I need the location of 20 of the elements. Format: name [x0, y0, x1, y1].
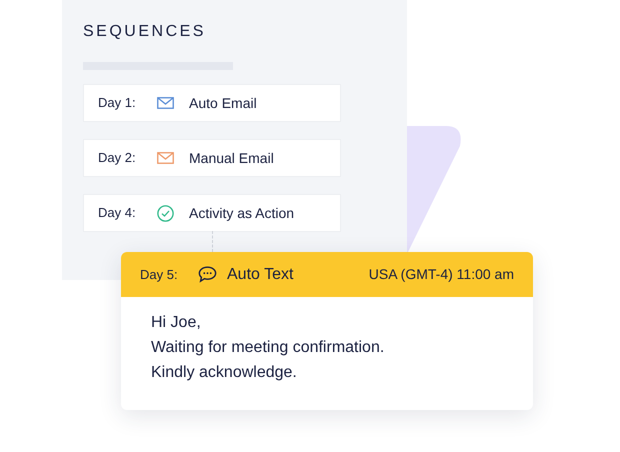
- chat-bubble-icon: [198, 266, 217, 283]
- day-label: Day 1:: [98, 94, 137, 112]
- day-label: Day 5:: [140, 266, 179, 284]
- step-title: Activity as Action: [189, 204, 294, 223]
- sequence-step[interactable]: Day 2: Manual Email: [83, 139, 341, 177]
- day-label: Day 2:: [98, 149, 137, 168]
- day-label: Day 4:: [98, 204, 137, 222]
- step-title: Auto Text: [227, 264, 294, 284]
- check-circle-icon: [157, 204, 174, 222]
- schedule-text: USA (GMT-4) 11:00 am: [368, 265, 514, 284]
- panel-title: SEQUENCES: [83, 22, 207, 42]
- message-line: Waiting for meeting confirmation.: [151, 338, 386, 357]
- message-line: Hi Joe,: [151, 313, 202, 332]
- step-title: Auto Email: [189, 94, 257, 112]
- step-title: Manual Email: [189, 148, 274, 168]
- sequence-step[interactable]: Day 4: Activity as Action: [83, 194, 341, 232]
- envelope-icon: [157, 97, 174, 109]
- envelope-icon: [157, 152, 174, 164]
- sequence-step[interactable]: Day 1: Auto Email: [83, 84, 341, 122]
- message-line: Kindly acknowledge.: [151, 363, 298, 382]
